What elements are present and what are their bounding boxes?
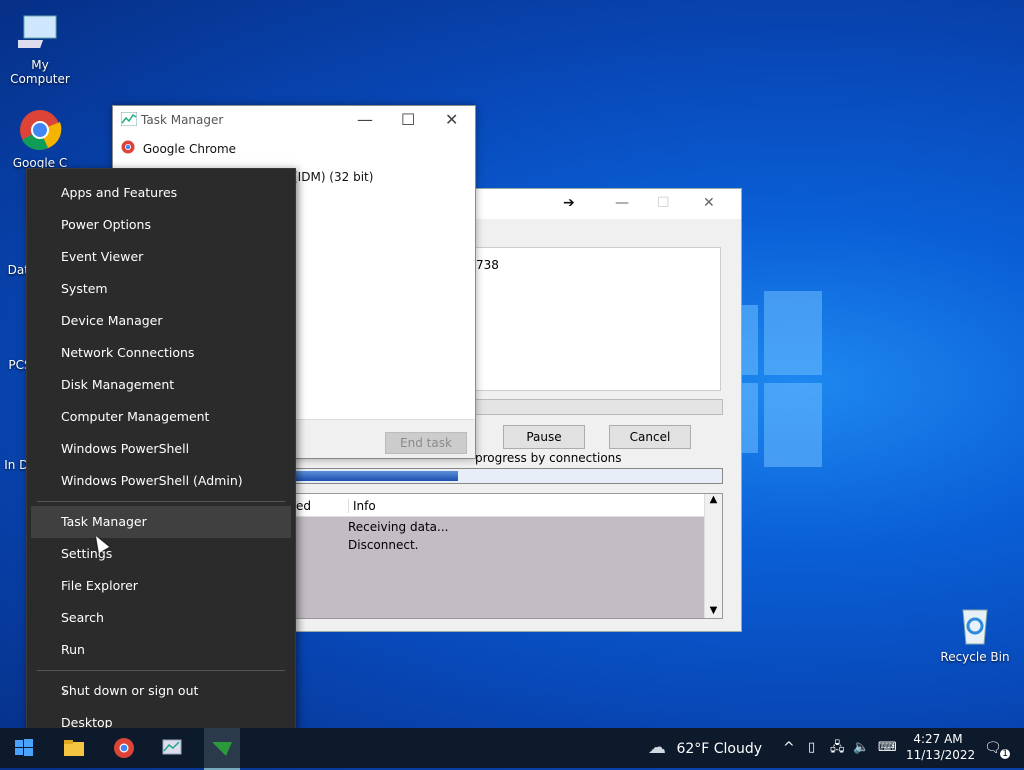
- notification-count: 1: [1000, 749, 1010, 759]
- menu-item-label: Windows PowerShell (Admin): [61, 473, 243, 488]
- menu-item-windows-powershell[interactable]: Windows PowerShell: [27, 433, 295, 465]
- menu-item-device-manager[interactable]: Device Manager: [27, 305, 295, 337]
- menu-item-network-connections[interactable]: Network Connections: [27, 337, 295, 369]
- start-button[interactable]: [12, 736, 36, 760]
- process-name: (IDM) (32 bit): [293, 170, 374, 184]
- menu-item-computer-management[interactable]: Computer Management: [27, 401, 295, 433]
- cloud-icon: ☁: [648, 737, 666, 758]
- task-manager-titlebar: Task Manager — ☐ ✕: [113, 106, 475, 134]
- menu-item-label: Apps and Features: [61, 185, 178, 200]
- network-icon[interactable]: 🖧: [830, 728, 845, 768]
- menu-item-label: Disk Management: [61, 377, 175, 392]
- scroll-down-icon[interactable]: ▼: [705, 605, 722, 616]
- minimize-icon[interactable]: —: [615, 195, 629, 211]
- menu-item-disk-management[interactable]: Disk Management: [27, 369, 295, 401]
- download-info-box: 738: [475, 247, 721, 391]
- chrome-icon: [121, 138, 135, 162]
- system-clock[interactable]: 4:27 AM 11/13/2022: [906, 731, 976, 763]
- log-header-col: ed: [296, 499, 311, 513]
- recycle-bin-icon: [953, 602, 997, 646]
- menu-item-settings[interactable]: Settings: [27, 538, 295, 570]
- desktop-icon-my-computer[interactable]: My Computer: [0, 10, 80, 86]
- menu-item-task-manager[interactable]: Task Manager: [31, 506, 291, 538]
- idm-taskbar-icon[interactable]: [204, 728, 240, 770]
- winx-context-menu: Apps and Features Power Options Event Vi…: [26, 168, 296, 748]
- notification-center-button[interactable]: 🗨 1: [984, 728, 1016, 768]
- log-row: Disconnect.: [348, 538, 419, 552]
- weather-widget[interactable]: ☁ 62°F Cloudy: [648, 728, 762, 768]
- weather-text: 62°F Cloudy: [676, 741, 763, 757]
- chevron-up-icon[interactable]: ^: [783, 728, 795, 768]
- menu-item-label: Power Options: [61, 217, 151, 232]
- chrome-taskbar-icon[interactable]: [112, 736, 136, 760]
- menu-item-run[interactable]: Run: [27, 634, 295, 666]
- menu-item-label: Run: [61, 642, 85, 657]
- menu-item-shut-down-or-sign-out[interactable]: Shut down or sign out ›: [27, 675, 295, 707]
- maximize-icon[interactable]: ☐: [401, 110, 415, 129]
- progress-caption: progress by connections: [475, 451, 622, 465]
- log-scrollbar[interactable]: ▲ ▼: [704, 494, 722, 618]
- menu-item-file-explorer[interactable]: File Explorer: [27, 570, 295, 602]
- computer-icon: [14, 10, 62, 54]
- menu-separator: [37, 670, 285, 671]
- taskbar: ☁ 62°F Cloudy ^ ▯ 🖧 🔈 ⌨ 4:27 AM 11/13/20…: [0, 728, 1024, 770]
- keyboard-icon[interactable]: ⌨: [878, 728, 897, 768]
- menu-item-label: Event Viewer: [61, 249, 144, 264]
- desktop-icon-google-chrome[interactable]: Google C: [0, 108, 80, 170]
- maximize-icon[interactable]: ☐: [657, 195, 670, 211]
- process-name: Google Chrome: [142, 142, 237, 156]
- close-icon[interactable]: ✕: [703, 195, 715, 211]
- menu-item-windows-powershell-admin[interactable]: Windows PowerShell (Admin): [27, 465, 295, 497]
- menu-item-label: Search: [61, 610, 104, 625]
- menu-separator: [37, 501, 285, 502]
- cancel-button[interactable]: Cancel: [609, 425, 691, 449]
- progress-fill: [296, 471, 458, 481]
- windows-icon: [15, 739, 33, 756]
- process-row-idm[interactable]: (IDM) (32 bit): [293, 165, 373, 189]
- usb-icon[interactable]: ▯: [808, 728, 815, 768]
- file-explorer-taskbar-icon[interactable]: [62, 736, 86, 760]
- menu-item-label: Windows PowerShell: [61, 441, 190, 456]
- menu-item-label: Computer Management: [61, 409, 210, 424]
- connections-progress-bar: [295, 468, 723, 484]
- connection-log: ed Info Receiving data... Disconnect. ▲ …: [295, 493, 723, 619]
- chevron-right-icon: ›: [61, 681, 68, 700]
- menu-item-label: Task Manager: [61, 514, 147, 529]
- clock-date: 11/13/2022: [906, 748, 976, 762]
- menu-item-power-options[interactable]: Power Options: [27, 209, 295, 241]
- menu-item-system[interactable]: System: [27, 273, 295, 305]
- desktop-icon-label: My Computer: [10, 58, 70, 86]
- menu-item-apps-and-features[interactable]: Apps and Features: [27, 177, 295, 209]
- end-task-button[interactable]: End task: [385, 432, 467, 454]
- log-row: Receiving data...: [348, 520, 449, 534]
- chrome-icon: [18, 108, 62, 152]
- log-header-info: Info: [348, 499, 376, 513]
- scroll-up-icon[interactable]: ▲: [705, 494, 722, 505]
- desktop-icon-label: Recycle Bin: [940, 650, 1010, 664]
- process-row-chrome[interactable]: Google Chrome: [121, 137, 236, 161]
- menu-item-label: System: [61, 281, 108, 296]
- task-manager-taskbar-icon[interactable]: [160, 736, 184, 760]
- menu-item-search[interactable]: Search: [27, 602, 295, 634]
- clock-time: 4:27 AM: [913, 732, 963, 746]
- pause-button[interactable]: Pause: [503, 425, 585, 449]
- menu-item-label: Device Manager: [61, 313, 163, 328]
- log-header: ed Info: [296, 494, 722, 517]
- task-manager-title: Task Manager: [141, 113, 224, 127]
- menu-item-label: File Explorer: [61, 578, 138, 593]
- menu-item-event-viewer[interactable]: Event Viewer: [27, 241, 295, 273]
- download-info-text: 738: [476, 258, 499, 272]
- desktop-icon-recycle-bin[interactable]: Recycle Bin: [935, 602, 1015, 664]
- volume-icon[interactable]: 🔈: [853, 728, 869, 768]
- close-icon[interactable]: ✕: [445, 110, 458, 129]
- task-manager-icon: [120, 111, 138, 129]
- menu-item-label: Network Connections: [61, 345, 195, 360]
- download-status-bar: [475, 399, 723, 415]
- arrow-icon: ➔: [563, 195, 575, 211]
- minimize-icon[interactable]: —: [357, 110, 373, 129]
